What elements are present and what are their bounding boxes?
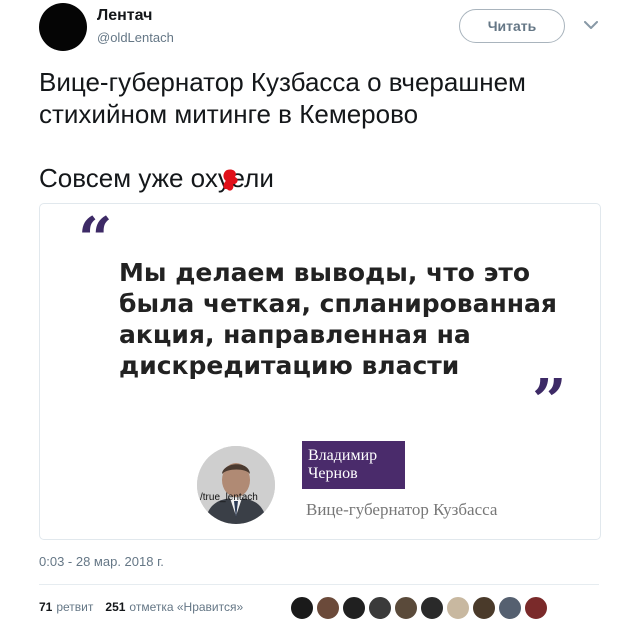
censor-blot-icon [221,168,241,199]
likes-count[interactable]: 251 [105,600,125,614]
tweet-stats: 71 ретвит 251 отметка «Нравится» [39,600,243,614]
liker-avatar[interactable] [368,596,392,620]
liker-avatar[interactable] [394,596,418,620]
quote-line: Мы делаем выводы, что это [119,258,531,287]
tweet-text-line: стихийном митинге в Кемерово [39,99,419,129]
chevron-down-icon[interactable] [582,16,600,34]
liker-avatar[interactable] [420,596,444,620]
tweet-text-line: Вице-губернатор Кузбасса о вчерашнем [39,67,526,97]
likes-label[interactable]: отметка «Нравится» [129,600,243,614]
author-handle[interactable]: @oldLentach [97,30,174,45]
author-avatar[interactable] [39,3,87,51]
divider [39,584,599,585]
speaker-name-line: Чернов [308,465,358,482]
liker-avatar[interactable] [446,596,470,620]
speaker-name-line: Владимир [308,447,378,464]
author-display-name[interactable]: Лентач [97,7,152,25]
quote-card-image[interactable]: “ Мы делаем выводы, что это была четкая,… [39,203,601,540]
retweets-label[interactable]: ретвит [56,600,93,614]
image-watermark: /true_lentach [200,492,258,503]
liker-avatar[interactable] [498,596,522,620]
liker-avatar[interactable] [472,596,496,620]
quote-line: дискредитацию власти [119,351,460,380]
likers-avatars [290,596,550,620]
tweet-timestamp[interactable]: 0:03 - 28 мар. 2018 г. [39,554,164,569]
quote-open-mark: “ [78,205,113,275]
retweets-count[interactable]: 71 [39,600,52,614]
liker-avatar[interactable] [290,596,314,620]
liker-avatar[interactable] [342,596,366,620]
speaker-role: Вице-губернатор Кузбасса [306,500,498,519]
liker-avatar[interactable] [316,596,340,620]
quote-line: акция, направленная на [119,320,471,349]
quote-text: Мы делаем выводы, что это была четкая, с… [119,257,589,381]
quote-line: была четкая, спланированная [119,289,557,318]
tweet-text: Вице-губернатор Кузбасса о вчерашнем сти… [39,66,599,130]
speaker-photo [197,446,275,524]
quote-close-mark: ” [532,367,567,437]
liker-avatar[interactable] [524,596,548,620]
speaker-name-box: Владимир Чернов [302,441,405,489]
follow-button[interactable]: Читать [459,9,565,43]
